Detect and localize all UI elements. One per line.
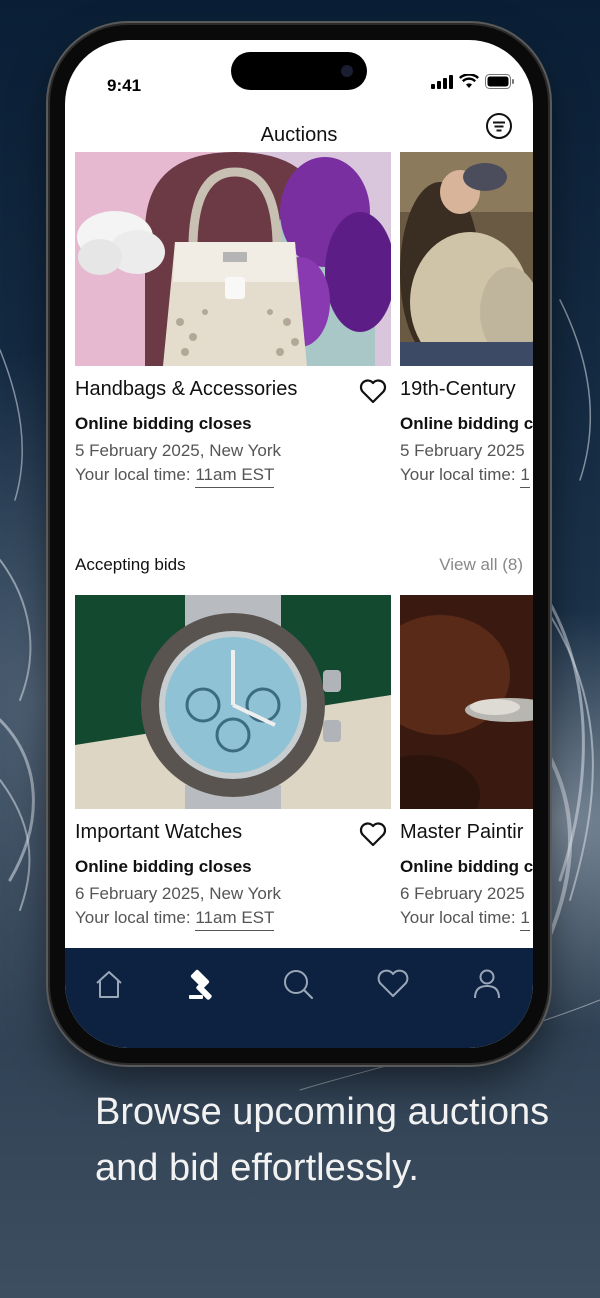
closes-label: Online bidding c xyxy=(400,857,533,876)
date-location: 5 February 2025 xyxy=(400,441,525,460)
card-title[interactable]: 19th-Century xyxy=(400,378,516,401)
closes-label: Online bidding closes xyxy=(75,414,252,433)
phone-frame: 9:41 Auctions Handbags & Accessories Onl… xyxy=(50,25,548,1063)
date-location: 6 February 2025 xyxy=(400,884,525,903)
search-icon[interactable] xyxy=(280,966,316,1002)
battery-icon xyxy=(485,74,514,89)
auction-card-handbags[interactable]: Handbags & Accessories Online bidding cl… xyxy=(75,152,391,488)
local-time-value[interactable]: 1 xyxy=(520,908,530,931)
tab-bar xyxy=(65,948,533,1048)
auction-card-19th-century[interactable]: 19th-Century Online bidding c 5 February… xyxy=(400,152,533,488)
marketing-caption: Browse upcoming auctions and bid effortl… xyxy=(95,1091,550,1189)
closes-label: Online bidding c xyxy=(400,414,533,433)
dynamic-island xyxy=(231,52,367,90)
local-time: Your local time: 1 xyxy=(400,908,530,931)
cellular-icon xyxy=(431,74,453,89)
card-image-handbag xyxy=(75,152,391,366)
local-time: Your local time: 1 xyxy=(400,465,530,488)
card-title[interactable]: Handbags & Accessories xyxy=(75,378,297,401)
status-icons xyxy=(431,74,515,89)
wifi-icon xyxy=(459,74,479,88)
local-time-label: Your local time: xyxy=(75,465,191,484)
local-time-value[interactable]: 1 xyxy=(520,465,530,488)
closes-label: Online bidding closes xyxy=(75,857,252,876)
heart-icon[interactable] xyxy=(359,821,387,847)
date-location: 6 February 2025, New York xyxy=(75,884,282,903)
card-title[interactable]: Important Watches xyxy=(75,821,242,844)
local-time: Your local time: 11am EST xyxy=(75,465,275,488)
card-image-master-painting xyxy=(400,595,533,809)
local-time-label: Your local time: xyxy=(400,908,516,927)
local-time-value[interactable]: 11am EST xyxy=(195,465,275,488)
gavel-icon[interactable] xyxy=(185,966,221,1002)
profile-icon[interactable] xyxy=(469,966,505,1002)
card-image-painting xyxy=(400,152,533,366)
local-time-label: Your local time: xyxy=(75,908,191,927)
local-time-label: Your local time: xyxy=(400,465,516,484)
phone-screen: 9:41 Auctions Handbags & Accessories Onl… xyxy=(65,40,533,1048)
card-title[interactable]: Master Paintir xyxy=(400,821,523,844)
auction-card-watches[interactable]: Important Watches Online bidding closes … xyxy=(75,595,391,931)
auction-card-master-paintings[interactable]: Master Paintir Online bidding c 6 Februa… xyxy=(400,595,533,931)
status-time: 9:41 xyxy=(107,76,142,95)
page-title: Auctions xyxy=(260,124,338,146)
local-time: Your local time: 11am EST xyxy=(75,908,275,931)
date-location: 5 February 2025, New York xyxy=(75,441,282,460)
heart-icon[interactable] xyxy=(375,966,411,1002)
local-time-value[interactable]: 11am EST xyxy=(195,908,275,931)
section-title-accepting-bids: Accepting bids xyxy=(75,555,186,574)
view-all-link[interactable]: View all (8) xyxy=(439,555,523,575)
heart-icon[interactable] xyxy=(359,378,387,404)
card-image-watch xyxy=(75,595,391,809)
home-icon[interactable] xyxy=(91,966,127,1002)
filter-icon[interactable] xyxy=(485,112,513,140)
